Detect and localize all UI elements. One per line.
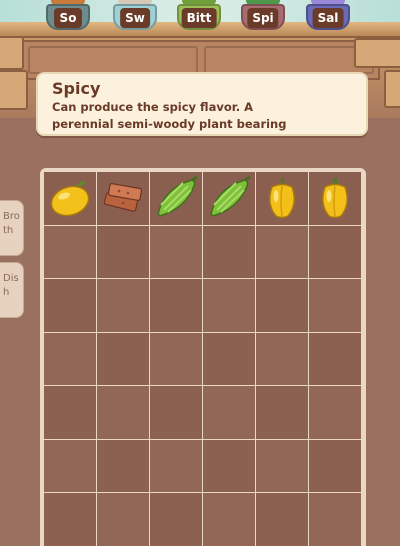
inventory-slot[interactable] (309, 279, 361, 332)
inventory-slot[interactable] (97, 225, 149, 278)
inventory-slot[interactable] (44, 225, 96, 278)
inventory-slot[interactable] (150, 439, 202, 492)
inventory-panel (40, 168, 366, 546)
inventory-slot[interactable] (97, 386, 149, 439)
inventory-slot[interactable] (309, 439, 361, 492)
inventory-slot[interactable] (203, 172, 255, 225)
inventory-slot[interactable] (203, 332, 255, 385)
pot-tag: So (54, 8, 82, 28)
inventory-slot[interactable] (44, 493, 96, 546)
inventory-slot[interactable] (203, 279, 255, 332)
inventory-slot[interactable] (97, 279, 149, 332)
tooltip-description: Can produce the spicy flavor. A perennia… (52, 100, 287, 131)
pot-tag: Bitt (181, 8, 217, 28)
inventory-slot[interactable] (203, 439, 255, 492)
inventory-slot[interactable] (203, 225, 255, 278)
inventory-slot[interactable] (309, 493, 361, 546)
inventory-slot[interactable] (44, 172, 96, 225)
flavor-tooltip: Spicy Can produce the spicy flavor. A pe… (36, 72, 368, 136)
inventory-slot[interactable] (256, 439, 308, 492)
inventory-slot[interactable] (203, 386, 255, 439)
inventory-slot[interactable] (44, 279, 96, 332)
inventory-grid (44, 172, 362, 546)
crate (0, 70, 28, 110)
inventory-slot[interactable] (44, 386, 96, 439)
inventory-slot[interactable] (256, 172, 308, 225)
tab-dish[interactable]: Dish (0, 262, 24, 318)
inventory-slot[interactable] (150, 279, 202, 332)
cabinet-panel (28, 46, 198, 74)
inventory-slot[interactable] (44, 439, 96, 492)
pot-tag: Sw (120, 8, 150, 28)
bitter-melon-icon[interactable] (205, 174, 253, 222)
tooltip-title: Spicy (52, 79, 101, 98)
flavor-pot-spicy[interactable]: Spi (237, 0, 289, 30)
inventory-slot[interactable] (97, 172, 149, 225)
inventory-slot[interactable] (97, 493, 149, 546)
inventory-slot[interactable] (309, 172, 361, 225)
inventory-slot[interactable] (256, 225, 308, 278)
crate (0, 36, 24, 70)
yellow-pepper-icon[interactable] (258, 174, 306, 222)
inventory-slot[interactable] (150, 332, 202, 385)
inventory-slot[interactable] (203, 493, 255, 546)
inventory-slot[interactable] (150, 493, 202, 546)
brick-icon[interactable] (99, 174, 147, 222)
inventory-slot[interactable] (256, 279, 308, 332)
crate (384, 70, 400, 108)
inventory-slot[interactable] (256, 332, 308, 385)
flavor-pot-salty[interactable]: Sal (302, 0, 354, 30)
inventory-slot[interactable] (150, 225, 202, 278)
yellow-pepper-icon[interactable] (311, 174, 359, 222)
flavor-pot-sweet[interactable]: Sw (109, 0, 161, 30)
inventory-slot[interactable] (44, 332, 96, 385)
inventory-slot[interactable] (256, 493, 308, 546)
inventory-slot[interactable] (309, 332, 361, 385)
inventory-slot[interactable] (97, 439, 149, 492)
flavor-pot-sour[interactable]: So (42, 0, 94, 30)
pot-tag: Spi (247, 8, 279, 28)
bitter-melon-icon[interactable] (152, 174, 200, 222)
pot-tag: Sal (312, 8, 344, 28)
flavor-pot-bitter[interactable]: Bitt (173, 0, 225, 30)
inventory-slot[interactable] (256, 386, 308, 439)
inventory-slot[interactable] (309, 386, 361, 439)
crate (354, 38, 400, 68)
cabinet-panel (204, 46, 374, 74)
tab-broth[interactable]: Broth (0, 200, 24, 256)
inventory-slot[interactable] (150, 172, 202, 225)
inventory-slot[interactable] (97, 332, 149, 385)
inventory-slot[interactable] (150, 386, 202, 439)
inventory-slot[interactable] (309, 225, 361, 278)
lemon-icon[interactable] (46, 174, 94, 222)
